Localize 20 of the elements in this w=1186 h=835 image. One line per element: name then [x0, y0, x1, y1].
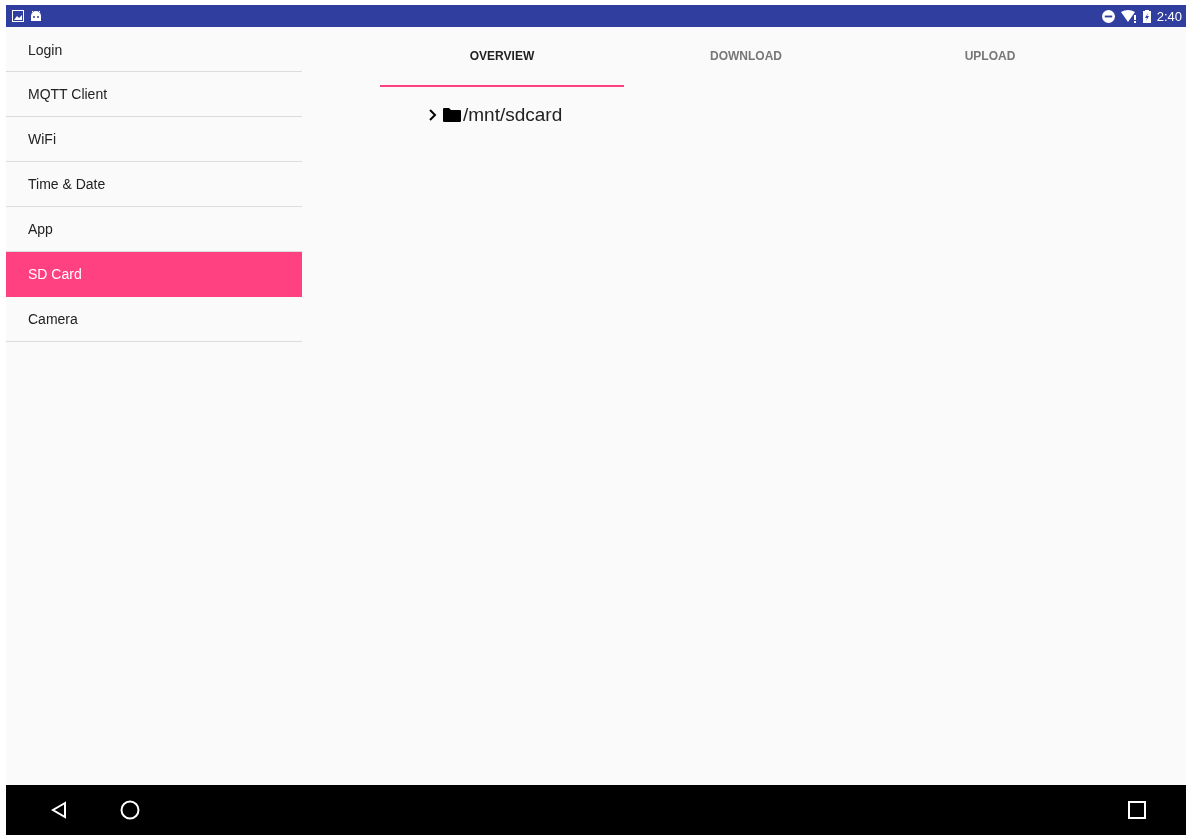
image-icon [12, 10, 24, 22]
do-not-disturb-icon [1101, 9, 1115, 23]
sidebar-item[interactable]: Time & Date [6, 162, 302, 207]
chevron-icon[interactable] [428, 109, 437, 121]
home-icon[interactable] [120, 800, 140, 820]
folder-icon [443, 108, 461, 122]
tab[interactable]: UPLOAD [868, 27, 1112, 87]
recents-icon[interactable] [1128, 801, 1146, 819]
back-icon[interactable] [50, 801, 68, 819]
battery-charging-icon [1142, 9, 1151, 23]
clock-time: 2:40 [1156, 8, 1182, 24]
wifi-icon [1120, 9, 1137, 23]
folder-path[interactable]: /mnt/sdcard [463, 104, 563, 126]
android-icon [30, 10, 42, 22]
tab[interactable]: OVERVIEW [380, 27, 624, 87]
sidebar-item[interactable]: MQTT Client [6, 72, 302, 117]
sidebar-item[interactable]: WiFi [6, 117, 302, 162]
sidebar-item[interactable]: Camera [6, 297, 302, 342]
tab[interactable]: DOWNLOAD [624, 27, 868, 87]
sidebar-item[interactable]: Login [6, 27, 302, 72]
